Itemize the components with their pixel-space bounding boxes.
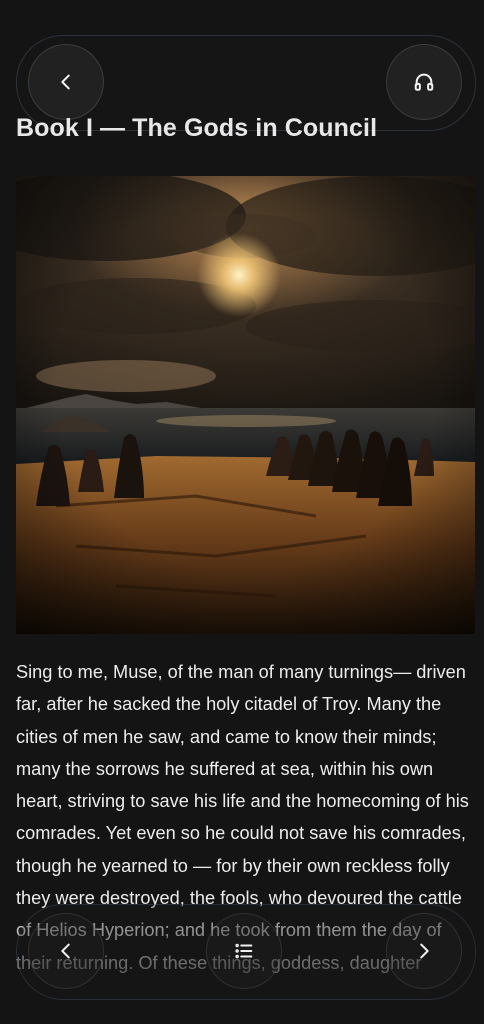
- back-button[interactable]: [28, 44, 104, 120]
- previous-chapter-button[interactable]: [28, 913, 104, 989]
- chevron-left-icon: [61, 74, 70, 90]
- chevron-right-icon: [420, 943, 429, 959]
- headphones-icon: [414, 73, 434, 91]
- list-icon: [235, 943, 253, 959]
- chapter-illustration: [16, 176, 475, 634]
- table-of-contents-button[interactable]: [206, 913, 282, 989]
- chapter-title: Book I — The Gods in Council: [16, 114, 378, 142]
- next-chapter-button[interactable]: [386, 913, 462, 989]
- chevron-left-icon: [61, 943, 70, 959]
- listen-button[interactable]: [386, 44, 462, 120]
